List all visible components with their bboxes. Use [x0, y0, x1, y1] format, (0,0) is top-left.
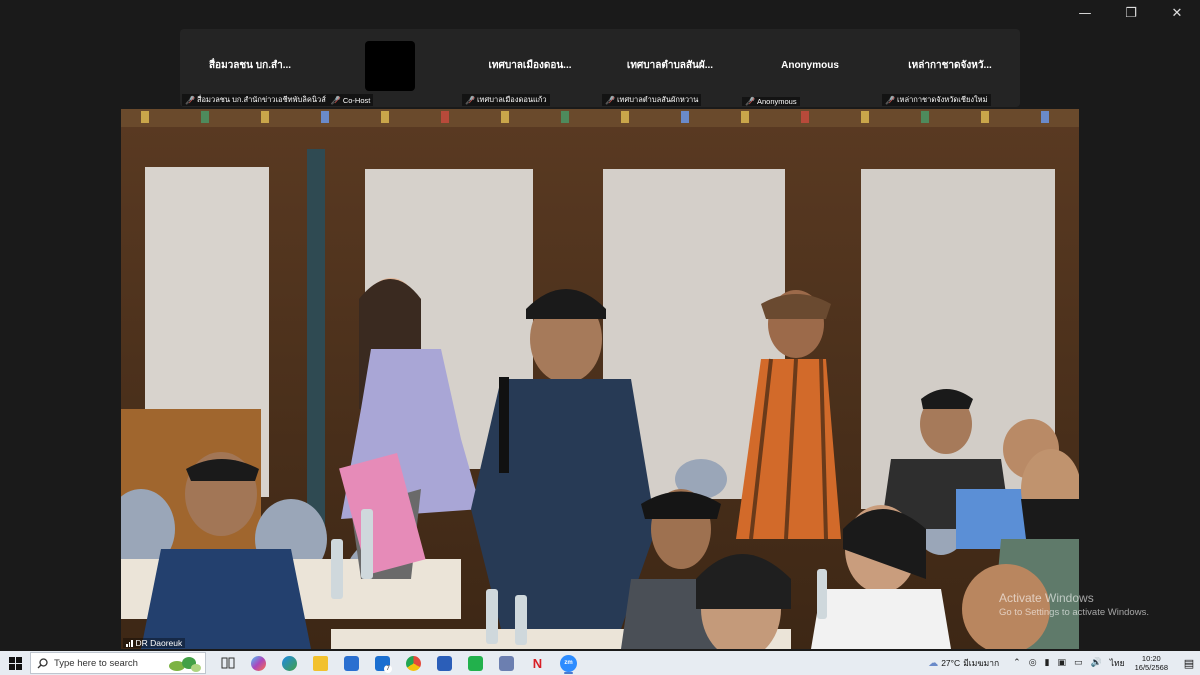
taskbar-apps: 7 N zm — [212, 651, 584, 675]
volume-icon[interactable]: 🔊 — [1091, 658, 1102, 668]
search-highlight-icon — [169, 657, 201, 672]
clock-time: 10:20 — [1141, 654, 1161, 663]
camera-icon[interactable]: ◎ — [1029, 658, 1037, 668]
participant-full-name: เทศบาลตำบลสันผักหวาน — [616, 95, 699, 104]
search-placeholder: Type here to search — [54, 657, 138, 669]
taskbar-search-box[interactable]: Type here to search — [30, 652, 206, 674]
participant-video — [365, 41, 415, 91]
participant-full-name: เหล่ากาชาดจังหวัดเชียงใหม่ — [896, 95, 988, 104]
netflix-icon: N — [532, 655, 543, 671]
participant-tile[interactable]: เทศบาลเมืองดอน... 🎤̸ เทศบาลเมืองดอนแก้ว — [460, 29, 600, 107]
netflix-button[interactable]: N — [522, 651, 553, 675]
photos-icon — [499, 655, 514, 671]
network-icon[interactable]: ▭ — [1074, 658, 1083, 668]
taskbar: Type here to search 7 N zm ☁ 27°C มีเมฆม… — [0, 651, 1200, 675]
meeting-room-scene — [121, 109, 1079, 649]
weather-temp: 27°C — [941, 658, 961, 668]
speaker-name-label: DR Daoreuk — [123, 638, 186, 648]
participant-name: สื่อมวลชน บก.สำ... — [208, 59, 292, 71]
weather-condition: มีเมฆมาก — [963, 658, 1000, 668]
cloud-icon: ☁ — [928, 657, 939, 669]
task-view-button[interactable] — [212, 651, 243, 675]
clock[interactable]: 10:20 16/5/2568 — [1135, 654, 1168, 672]
language-indicator[interactable]: ไทย — [1110, 656, 1125, 670]
edge-icon — [282, 655, 297, 671]
zoom-icon-label: zm — [564, 660, 573, 666]
zoom-button[interactable]: zm — [553, 651, 584, 675]
zoom-icon: zm — [560, 654, 577, 672]
minimize-button[interactable]: — — [1062, 0, 1108, 26]
participant-full-name: Anonymous — [756, 97, 797, 106]
participant-strip: สื่อมวลชน บก.สำ... 🎤̸ สื่อมวลชน บก.สำนัก… — [180, 29, 1020, 107]
participant-tile[interactable]: เหล่ากาชาดจังหวั... 🎤̸ เหล่ากาชาดจังหวัด… — [880, 29, 1020, 107]
file-explorer-icon — [313, 655, 328, 671]
participant-tile[interactable]: Anonymous 🎤̸ Anonymous — [740, 29, 880, 107]
notification-icon: ▤ — [1183, 656, 1195, 670]
chrome-icon — [406, 655, 421, 671]
notification-button[interactable]: ▤ — [1178, 657, 1200, 670]
chevron-up-icon[interactable]: ⌃ — [1013, 658, 1021, 668]
speaker-name: DR Daoreuk — [135, 638, 183, 648]
copilot-icon — [251, 655, 266, 671]
mail-button[interactable]: 7 — [367, 651, 398, 675]
mic-muted-icon: 🎤̸ — [605, 95, 615, 105]
mic-muted-icon: 🎤̸ — [185, 95, 195, 105]
watermark-title: Activate Windows — [999, 591, 1094, 605]
participant-tile[interactable]: สื่อมวลชน บก.สำ... 🎤̸ สื่อมวลชน บก.สำนัก… — [180, 29, 374, 107]
watermark-subtitle: Go to Settings to activate Windows. — [999, 607, 1149, 618]
participant-caption: 🎤̸ เทศบาลตำบลสันผักหวาน — [602, 94, 702, 106]
copilot-button[interactable] — [243, 651, 274, 675]
chrome-button[interactable] — [398, 651, 429, 675]
start-button[interactable] — [0, 651, 30, 675]
store-icon — [344, 655, 359, 671]
participant-name: เหล่ากาชาดจังหวั... — [908, 59, 992, 71]
word-icon — [437, 655, 452, 671]
participant-name: เทศบาลเมืองดอน... — [488, 59, 572, 71]
window-controls: — ❐ ✕ — [1062, 0, 1200, 26]
participant-caption: 🎤̸ เทศบาลเมืองดอนแก้ว — [462, 94, 550, 106]
weather-widget[interactable]: ☁ 27°C มีเมฆมาก — [928, 656, 999, 670]
app-tray-icon[interactable]: ▣ — [1058, 658, 1067, 668]
store-button[interactable] — [336, 651, 367, 675]
task-view-icon — [221, 657, 234, 669]
close-button[interactable]: ✕ — [1154, 0, 1200, 26]
microphone-icon[interactable]: ▮ — [1045, 658, 1050, 668]
restore-button[interactable]: ❐ — [1108, 0, 1154, 26]
signal-bars-icon — [126, 639, 133, 647]
mic-muted-icon: 🎤̸ — [465, 95, 475, 105]
word-button[interactable] — [429, 651, 460, 675]
line-icon — [468, 655, 483, 671]
file-explorer-button[interactable] — [305, 651, 336, 675]
edge-button[interactable] — [274, 651, 305, 675]
participant-tile[interactable]: เทศบาลตำบลสันผั... 🎤̸ เทศบาลตำบลสันผักหว… — [600, 29, 740, 107]
participant-full-name: เทศบาลเมืองดอนแก้ว — [476, 95, 547, 104]
participant-name: เทศบาลตำบลสันผั... — [626, 59, 714, 71]
activate-windows-watermark: Activate Windows Go to Settings to activ… — [999, 591, 1149, 618]
participant-caption: 🎤̸ เหล่ากาชาดจังหวัดเชียงใหม่ — [882, 94, 991, 106]
system-tray: ☁ 27°C มีเมฆมาก ⌃ ◎ ▮ ▣ ▭ 🔊 ไทย 10:20 16… — [928, 651, 1200, 675]
mail-badge: 7 — [384, 665, 392, 673]
clock-date: 16/5/2568 — [1134, 663, 1168, 672]
participant-full-name: สื่อมวลชน บก.สำนักข่าวเอชีทพับลิคนิวส์ — [196, 95, 326, 104]
line-button[interactable] — [460, 651, 491, 675]
photos-button[interactable] — [491, 651, 522, 675]
participant-name: Anonymous — [781, 59, 839, 71]
participant-tile[interactable] — [320, 29, 460, 107]
search-icon — [37, 657, 48, 668]
participant-caption: 🎤̸ Anonymous — [742, 97, 800, 106]
mic-muted-icon: 🎤̸ — [885, 95, 895, 105]
windows-logo-icon — [8, 656, 22, 670]
active-speaker-video[interactable]: DR Daoreuk — [121, 109, 1079, 649]
mic-muted-icon: 🎤̸ — [745, 97, 755, 106]
